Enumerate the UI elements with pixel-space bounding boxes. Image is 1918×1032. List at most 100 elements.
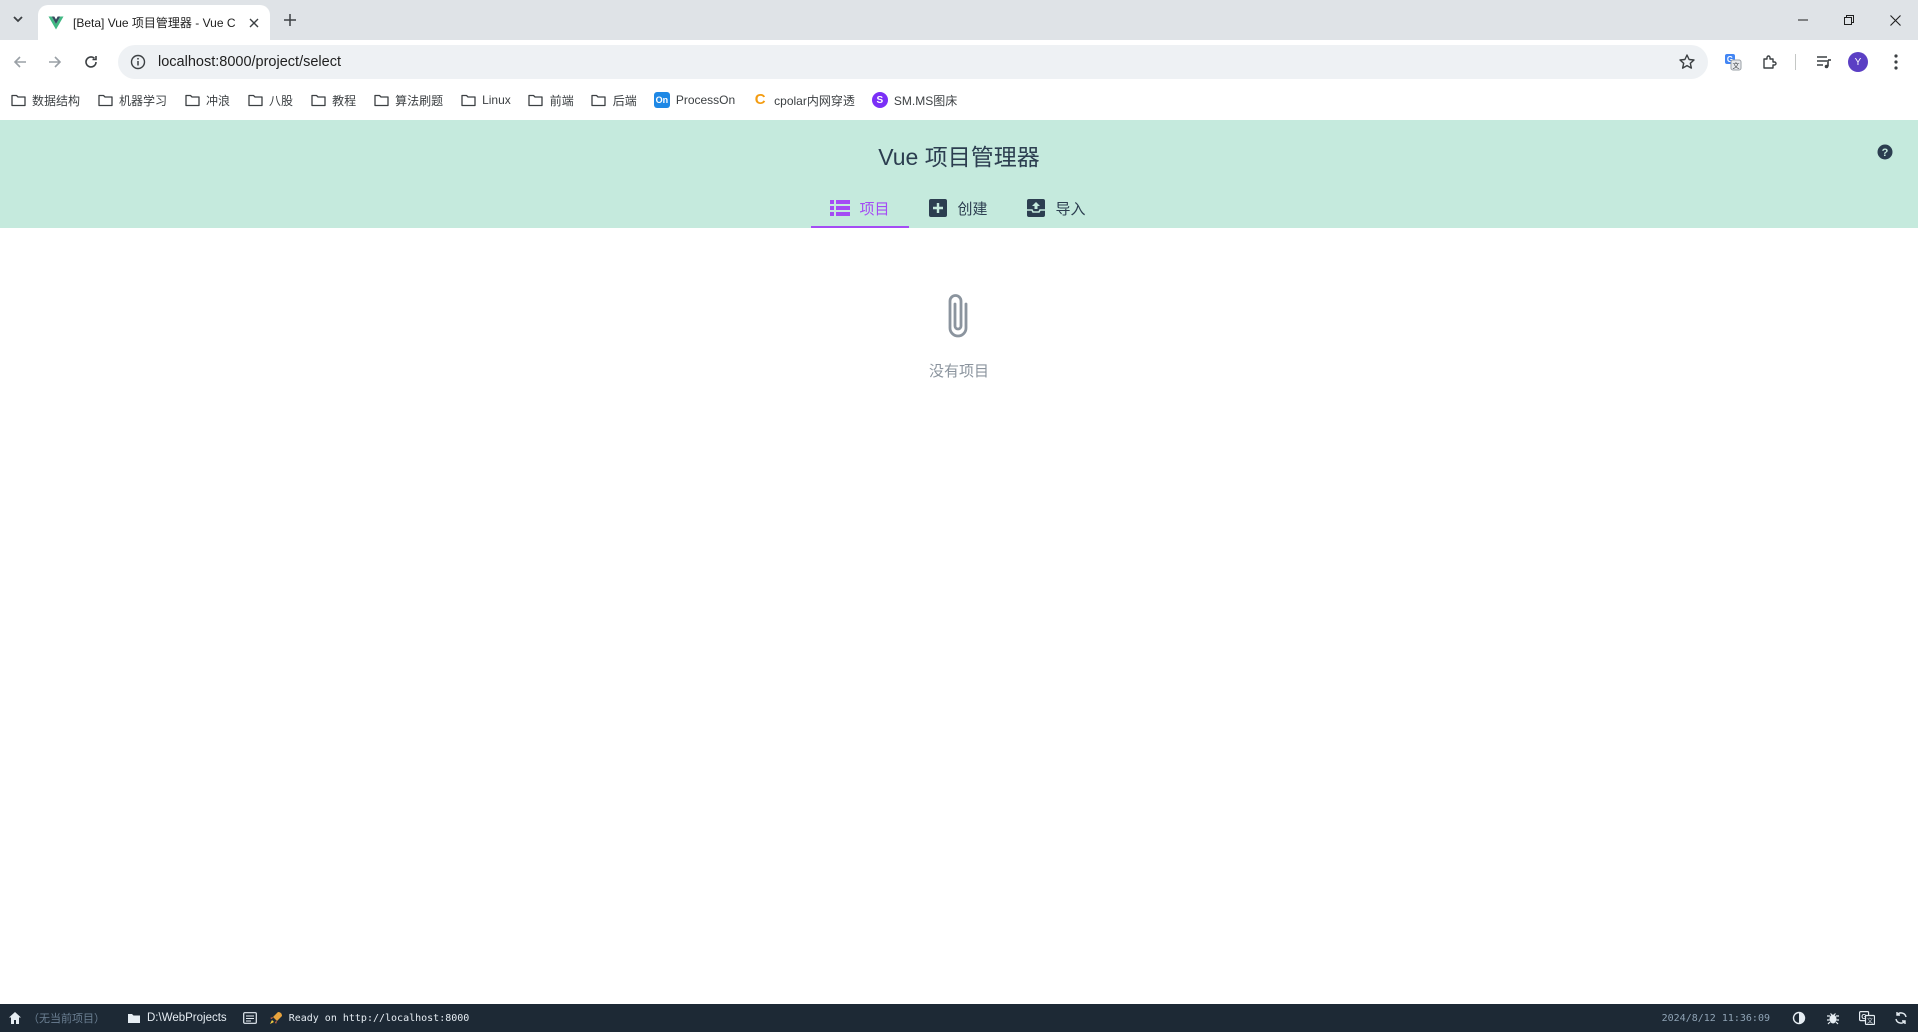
current-project-label: （无当前项目） — [28, 1013, 105, 1025]
bug-report-button[interactable] — [1816, 1004, 1850, 1032]
translate-button[interactable]: G文 — [1850, 1004, 1884, 1032]
folder-icon — [247, 92, 263, 108]
window-close-button[interactable] — [1872, 0, 1918, 40]
add-box-icon — [929, 199, 948, 217]
tab-search-button[interactable] — [7, 8, 29, 30]
new-tab-button[interactable] — [280, 10, 300, 30]
svg-text:文: 文 — [1733, 61, 1740, 70]
bookmark-label: 数据结构 — [32, 93, 81, 108]
bookmark-label: 冲浪 — [206, 93, 231, 108]
tab-create[interactable]: 创建 — [909, 188, 1007, 228]
bookmark-item[interactable]: S SM.MS图床 — [871, 92, 957, 109]
folder-icon — [97, 94, 113, 106]
empty-state: 没有项目 — [0, 290, 1918, 381]
theme-toggle-button[interactable] — [1782, 1004, 1816, 1032]
main-nav-tabs: 项目 创建 导入 — [811, 188, 1105, 228]
info-icon[interactable] — [130, 54, 146, 70]
folder-icon — [528, 92, 544, 108]
processon-badge: On — [653, 92, 670, 108]
cpolar-badge: C — [754, 91, 766, 108]
status-datetime: 2024/8/12 11:36:09 — [1661, 1012, 1770, 1024]
bookmark-star-icon[interactable] — [1678, 53, 1696, 71]
tab-import[interactable]: 导入 — [1007, 188, 1105, 228]
bookmark-item[interactable]: Ccpolar内网穿透 — [752, 92, 855, 109]
help-icon[interactable]: ? — [1877, 144, 1893, 160]
bookmark-label: 后端 — [612, 93, 637, 108]
restore-icon — [1844, 15, 1854, 25]
home-icon — [9, 1012, 21, 1024]
toolbar-divider — [1795, 54, 1796, 70]
forward-button[interactable] — [44, 51, 66, 73]
minimize-button[interactable] — [1780, 0, 1826, 40]
translate-icon: G文 — [1859, 1011, 1875, 1025]
home-button[interactable]: （无当前项目） — [0, 1004, 113, 1032]
window-controls — [1780, 0, 1918, 40]
bookmark-item[interactable]: Linux — [460, 92, 511, 108]
reload-button[interactable] — [80, 51, 102, 73]
close-icon — [249, 18, 259, 27]
folder-icon — [247, 94, 263, 106]
bookmark-item[interactable]: 数据结构 — [10, 92, 80, 109]
folder-icon — [10, 94, 26, 106]
bookmark-item[interactable]: 算法刷题 — [373, 92, 443, 109]
bookmark-item[interactable]: 教程 — [310, 92, 356, 109]
rocket-icon — [269, 1012, 282, 1024]
folder-button[interactable]: D:\WebProjects — [119, 1004, 235, 1032]
address-bar[interactable]: localhost:8000/project/select — [118, 45, 1708, 79]
bookmark-item[interactable]: 冲浪 — [184, 92, 230, 109]
bug-icon — [1827, 1013, 1839, 1025]
status-bar: （无当前项目） D:\WebProjects Ready on http://l… — [0, 1004, 1918, 1032]
tab-projects[interactable]: 项目 — [811, 188, 909, 228]
bookmark-item[interactable]: On ProcessOn — [653, 92, 736, 108]
bookmark-item[interactable]: 八股 — [247, 92, 293, 109]
log-button[interactable]: Ready on http://localhost:8000 — [235, 1004, 478, 1032]
processon-icon: On — [653, 92, 670, 108]
back-button[interactable] — [9, 51, 31, 73]
browser-menu-button[interactable] — [1885, 51, 1907, 73]
bookmark-item[interactable]: 后端 — [591, 92, 637, 109]
svg-text:?: ? — [1882, 147, 1889, 159]
bookmark-label: cpolar内网穿透 — [774, 93, 855, 108]
browser-tab-strip: [Beta] Vue 项目管理器 - Vue C — [0, 0, 1918, 40]
smms-badge: S — [871, 92, 888, 108]
folder-icon — [591, 92, 607, 108]
page-title: Vue 项目管理器 — [878, 144, 1040, 170]
bookmark-label: 教程 — [332, 93, 357, 108]
contrast-icon — [1792, 1011, 1806, 1025]
extensions-button[interactable] — [1759, 51, 1781, 73]
folder-icon — [310, 92, 326, 108]
media-controls-button[interactable] — [1813, 51, 1835, 73]
folder-icon — [128, 1014, 140, 1023]
browser-tab-title: [Beta] Vue 项目管理器 - Vue C — [73, 16, 236, 30]
bookmark-label: Linux — [482, 93, 511, 107]
chevron-down-icon — [13, 16, 23, 23]
refresh-button[interactable] — [1884, 1004, 1918, 1032]
arrow-right-icon — [49, 56, 62, 68]
translate-icon: G文 — [1725, 54, 1742, 71]
bookmark-item[interactable]: 前端 — [528, 92, 574, 109]
bookmark-item[interactable]: 机器学习 — [97, 92, 167, 109]
bookmarks-bar: 数据结构 机器学习 冲浪 八股 教程 算法刷题 Linux 前端 后端 On ProcessOn Cc… — [0, 84, 1918, 116]
list-icon — [830, 200, 851, 216]
translate-extension-button[interactable]: G文 — [1722, 51, 1744, 73]
restore-button[interactable] — [1826, 0, 1872, 40]
address-url[interactable]: localhost:8000/project/select — [158, 54, 1678, 70]
puzzle-icon — [1763, 55, 1777, 69]
folder-icon — [373, 92, 389, 108]
vue-logo-icon — [48, 16, 64, 29]
tab-create-label: 创建 — [957, 200, 988, 218]
bookmark-label: 八股 — [269, 93, 294, 108]
bookmark-label: ProcessOn — [675, 93, 736, 107]
folder-icon — [97, 92, 113, 108]
profile-avatar[interactable]: Y — [1848, 52, 1868, 72]
tab-close-button[interactable] — [246, 15, 262, 31]
folder-path: D:\WebProjects — [147, 1012, 227, 1024]
folder-icon — [373, 94, 389, 106]
sync-icon — [1895, 1012, 1907, 1024]
bookmark-label: 前端 — [549, 93, 574, 108]
tab-projects-label: 项目 — [859, 200, 890, 218]
browser-tab[interactable]: [Beta] Vue 项目管理器 - Vue C — [38, 5, 270, 40]
tab-import-label: 导入 — [1055, 200, 1086, 218]
status-bar-right: 2024/8/12 11:36:09 G文 — [1662, 1004, 1918, 1032]
minimize-icon — [1798, 19, 1808, 21]
